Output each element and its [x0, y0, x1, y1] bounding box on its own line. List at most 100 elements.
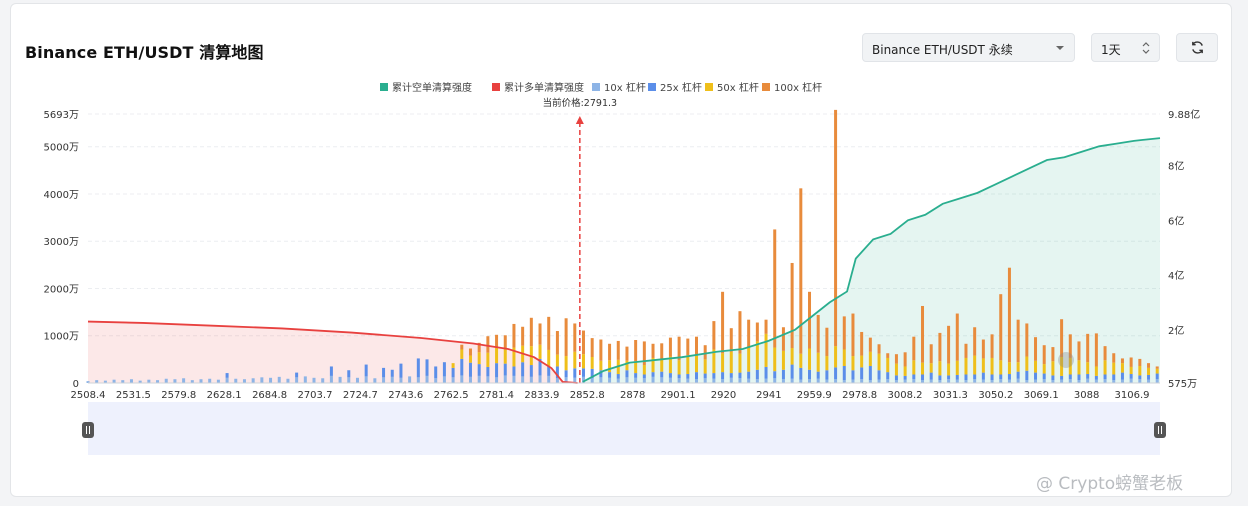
bar-lev50	[729, 351, 733, 374]
legend-swatch	[648, 83, 656, 91]
bar-lev100	[660, 343, 664, 360]
bar-lev50	[503, 349, 507, 364]
bar-lev100	[764, 319, 768, 334]
bar-lev25	[668, 373, 672, 378]
x-tick-label: 2852.8	[570, 390, 605, 401]
x-tick-label: 2743.6	[388, 390, 423, 401]
bar-lev100	[1016, 319, 1020, 363]
bar-lev10	[416, 377, 420, 383]
bar-lev100	[834, 109, 838, 347]
bar-lev25	[947, 375, 951, 380]
bar-lev25	[1025, 370, 1029, 381]
bar-lev25	[764, 366, 768, 379]
x-tick-label: 2762.5	[434, 390, 469, 401]
bar-lev10	[547, 375, 551, 383]
bar-lev25	[1155, 373, 1159, 380]
bar-lev100	[1007, 267, 1011, 363]
bar-lev50	[608, 360, 612, 373]
coinglass-logo	[1058, 352, 1074, 368]
bar-lev100	[738, 311, 742, 354]
bar-lev100	[668, 337, 672, 357]
bar-lev50	[460, 349, 464, 359]
bar-lev100	[1129, 357, 1133, 367]
bar-lev50	[981, 358, 985, 373]
y-right-tick-label: 9.88亿	[1168, 108, 1200, 121]
y-right-tick-label: 575万	[1168, 379, 1197, 390]
y-left-tick-label: 4000万	[44, 190, 79, 201]
bar-lev100	[555, 331, 559, 355]
bar-lev10	[269, 377, 273, 383]
x-tick-label: 2531.5	[116, 390, 151, 401]
bar-lev10	[199, 379, 203, 383]
bar-lev100	[651, 343, 655, 358]
bar-lev50	[1138, 365, 1142, 376]
bar-lev10	[329, 375, 333, 383]
bar-lev25	[660, 371, 664, 378]
bar-lev25	[225, 373, 229, 378]
bar-lev50	[755, 341, 759, 370]
bar-lev50	[486, 352, 490, 367]
bar-lev10	[999, 379, 1003, 383]
current-price-arrow	[575, 116, 584, 124]
bar-lev100	[721, 291, 725, 354]
bar-lev100	[781, 327, 785, 351]
bar-lev50	[747, 348, 751, 372]
watermark-text: @ Crypto螃蟹老板	[1036, 474, 1184, 494]
bar-lev50	[721, 353, 725, 373]
bar-lev50	[590, 357, 594, 369]
bar-lev25	[347, 370, 351, 378]
bar-lev50	[1042, 364, 1046, 374]
bar-lev10	[686, 378, 690, 383]
legend-swatch	[492, 83, 500, 91]
bar-lev100	[712, 321, 716, 350]
bar-lev50	[868, 351, 872, 366]
bar-lev10	[808, 379, 812, 383]
bar-lev10	[486, 376, 490, 383]
bar-lev10	[712, 378, 716, 383]
bar-lev50	[642, 365, 646, 375]
bar-lev10	[451, 377, 455, 383]
bar-lev10	[599, 377, 603, 383]
bar-lev25	[686, 374, 690, 379]
bar-lev25	[981, 372, 985, 380]
bar-lev50	[764, 333, 768, 367]
bar-lev10	[242, 379, 246, 383]
bar-lev100	[999, 294, 1003, 361]
bar-lev50	[547, 349, 551, 367]
bar-lev10	[312, 377, 316, 383]
bar-lev100	[503, 335, 507, 350]
bar-lev50	[825, 356, 829, 371]
bar-lev10	[173, 379, 177, 383]
x-tick-label: 2628.1	[207, 390, 242, 401]
bar-lev100	[460, 344, 464, 350]
bar-lev10	[460, 375, 464, 383]
bar-lev10	[251, 378, 255, 383]
bar-lev10	[260, 377, 264, 383]
legend-label: 10x 杠杆	[604, 81, 646, 94]
bar-lev25	[1042, 373, 1046, 380]
bar-lev50	[781, 350, 785, 370]
bar-lev100	[773, 229, 777, 348]
bar-lev50	[834, 346, 838, 368]
bar-lev10	[373, 378, 377, 383]
x-tick-label: 2878	[620, 390, 645, 401]
bar-lev25	[1094, 375, 1098, 380]
bar-lev25	[503, 363, 507, 376]
zoom-slider-handle[interactable]	[82, 422, 94, 438]
bar-lev25	[642, 374, 646, 379]
bar-lev25	[364, 364, 368, 377]
zoom-slider-handle[interactable]	[1154, 422, 1166, 438]
bar-lev100	[564, 318, 568, 357]
bar-lev50	[495, 346, 499, 364]
bar-lev100	[921, 305, 925, 363]
legend-label: 累计多单清算强度	[504, 81, 584, 94]
bar-lev25	[1060, 375, 1064, 380]
bar-lev50	[1129, 366, 1133, 375]
bar-lev100	[790, 262, 794, 349]
bar-lev100	[729, 328, 733, 352]
legend-swatch	[762, 83, 770, 91]
bar-lev10	[590, 378, 594, 383]
bar-lev10	[208, 378, 212, 383]
bar-lev25	[1120, 372, 1124, 380]
bar-lev10	[182, 378, 186, 383]
